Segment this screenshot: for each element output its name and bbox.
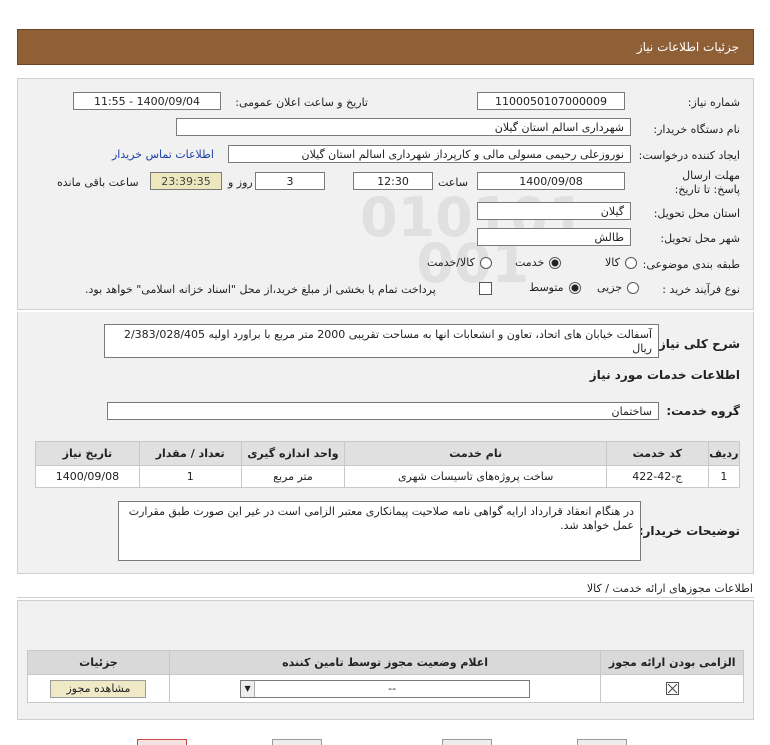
deadline-label: مهلت ارسال پاسخ: تا تاریخ: [674,169,740,196]
buyer-notes-label: توضیحات خریدار: [638,524,740,538]
col-permit-status: اعلام وضعیت مجوز توسط تامین کننده [168,650,602,675]
days-label: روز و [228,176,253,189]
col-qty: تعداد / مقدار [138,441,242,466]
bottom-button-4[interactable] [577,739,627,745]
days-field: 3 [255,172,325,190]
remaining-time-field: 23:39:35 [150,172,222,190]
process-medium-radio[interactable] [568,281,581,294]
creator-label: ایجاد کننده درخواست: [638,149,740,162]
permit-required-checkbox [665,682,679,696]
col-name: نام خدمت [344,441,607,466]
service-group-label: گروه خدمت: [666,404,740,418]
announce-field: 1400/09/04 - 11:55 [73,92,221,110]
cell-row: 1 [707,465,741,488]
cell-unit: متر مربع [240,465,346,488]
view-permit-button[interactable]: مشاهده مجوز [50,679,147,698]
col-code: کد خدمت [605,441,709,466]
category-label: طبقه بندی موضوعی: [642,258,740,271]
category-goods-service-radio[interactable] [479,256,492,269]
page-title: جزئیات اطلاعات نیاز [636,40,739,54]
cell-qty: 1 [138,465,242,488]
col-permit-required: الزامی بودن ارائه مجوز [600,650,744,675]
col-unit: واحد اندازه گیری [240,441,346,466]
remaining-label: ساعت باقی مانده [57,176,139,189]
category-option-goods[interactable]: کالا [605,256,637,269]
province-label: استان محل تحویل: [653,207,740,220]
col-date: تاریخ نیاز [35,441,140,466]
category-option-goods-service[interactable]: کالا/خدمت [427,256,492,269]
treasury-payment-checkbox[interactable] [479,282,492,295]
process-option-medium[interactable]: متوسط [529,281,581,294]
col-permit-details: جزئیات [27,650,170,675]
buyer-contact-link[interactable]: اطلاعات تماس خریدار [112,148,214,161]
buyer-org-field: شهرداری اسالم استان گیلان [176,118,631,136]
treasury-payment-note: پرداخت تمام یا بخشی از مبلغ خرید،از محل … [85,283,436,296]
category-option-service[interactable]: خدمت [515,256,562,269]
deadline-date-field: 1400/09/08 [477,172,625,190]
table-row: 1 ج-42-422 ساخت پروژه‌های تاسیسات شهری م… [35,465,741,488]
category-service-radio[interactable] [549,256,562,269]
cell-date: 1400/09/08 [35,465,140,488]
chevron-down-icon[interactable]: ▼ [241,680,256,697]
need-number-label: شماره نیاز: [687,96,740,109]
services-table: ردیف کد خدمت نام خدمت واحد اندازه گیری ت… [35,441,741,488]
permits-divider [17,597,754,598]
services-section-title: اطلاعات خدمات مورد نیاز [589,368,740,382]
city-label: شهر محل تحویل: [660,232,740,245]
announce-label: تاریخ و ساعت اعلان عمومی: [235,96,368,109]
permit-row: ▼ -- مشاهده مجوز [27,674,744,703]
service-group-field: ساختمان [107,402,659,420]
summary-label: شرح کلی نیاز: [654,337,740,351]
cell-name: ساخت پروژه‌های تاسیسات شهری [344,465,607,488]
details-panel [17,78,754,310]
process-option-minor[interactable]: جزیی [597,281,640,294]
bottom-button-1[interactable] [137,739,187,745]
permits-table: الزامی بودن ارائه مجوز اعلام وضعیت مجوز … [27,650,744,703]
buyer-notes-text: در هنگام انعقاد قرارداد ارایه گواهی نامه… [118,501,641,561]
province-field: گیلان [477,202,631,220]
creator-field: نوروزعلی رحیمی مسولی مالی و کارپرداز شهر… [228,145,631,163]
process-label: نوع فرآیند خرید : [662,283,740,296]
city-field: طالش [477,228,631,246]
deadline-time-field: 12:30 [353,172,433,190]
bottom-button-3[interactable] [442,739,492,745]
buyer-org-label: نام دستگاه خریدار: [653,123,740,136]
process-minor-radio[interactable] [627,281,640,294]
category-goods-radio[interactable] [624,256,637,269]
cell-code: ج-42-422 [605,465,709,488]
permit-status-value: -- [388,682,397,695]
summary-text: آسفالت خیابان های اتحاد، تعاون و انشعابا… [104,324,659,358]
bottom-button-2[interactable] [272,739,322,745]
permits-section-title: اطلاعات مجوزهای ارائه خدمت / کالا [586,582,753,595]
col-row: ردیف [707,441,741,466]
page-header: جزئیات اطلاعات نیاز [17,29,754,65]
need-number-field: 1100050107000009 [477,92,625,110]
deadline-time-label: ساعت [438,176,468,189]
permit-status-select[interactable]: ▼ -- [240,679,531,698]
